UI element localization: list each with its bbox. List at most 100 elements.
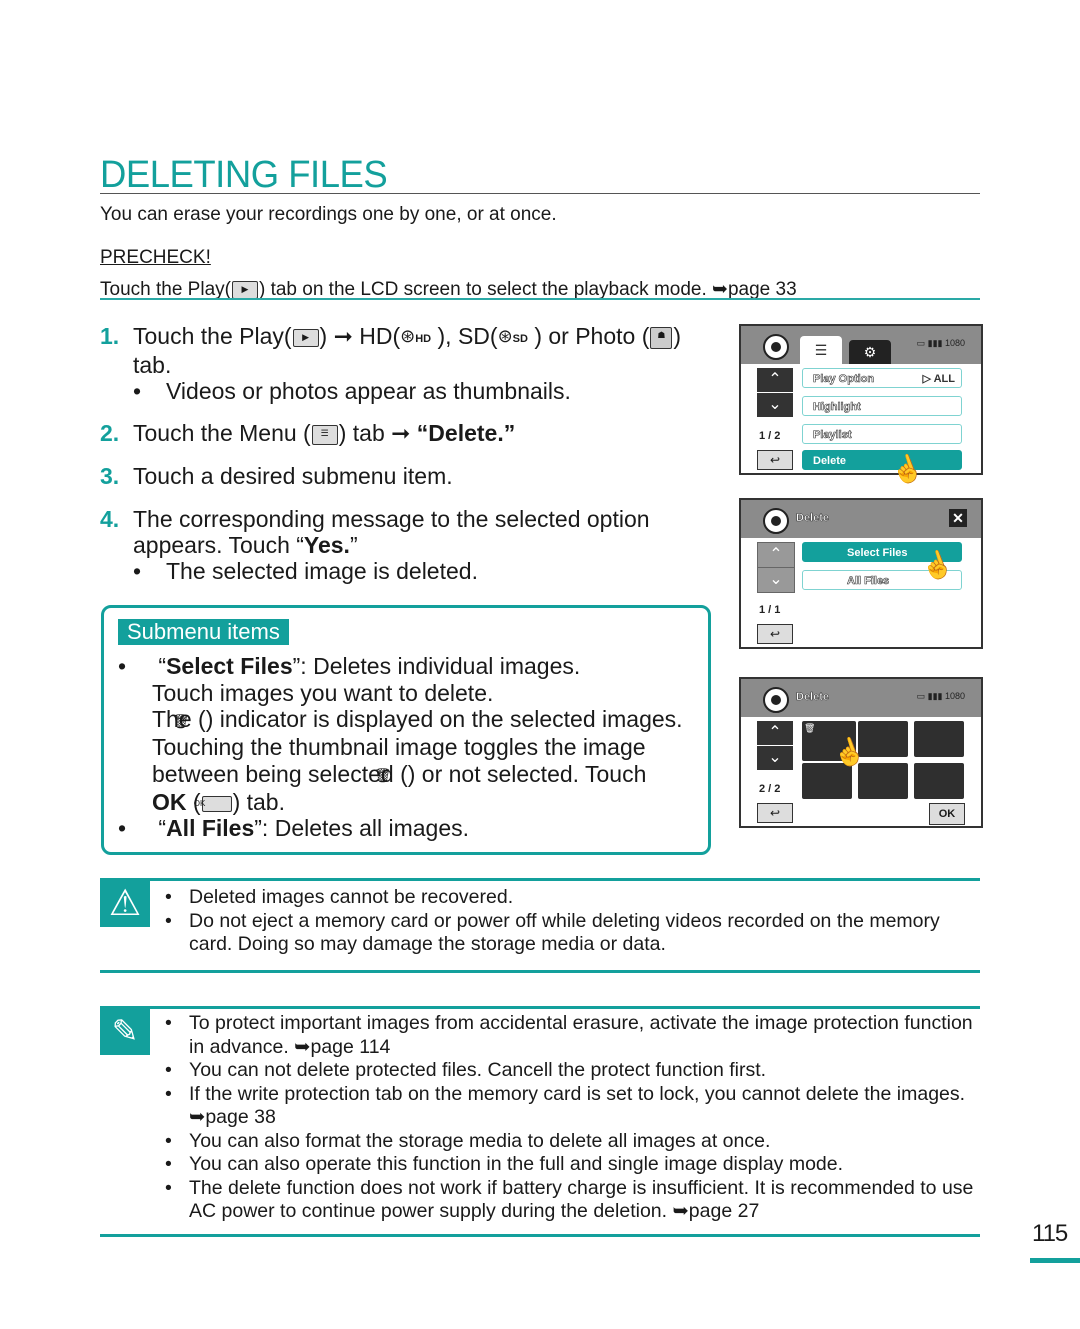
note-item: The delete function does not work if bat… xyxy=(165,1177,975,1224)
scroll-up-button[interactable]: ⌃ xyxy=(757,368,793,392)
step-text: The corresponding message to the selecte… xyxy=(133,506,650,532)
hd-label: HD xyxy=(415,333,432,346)
step-text: Touch the Play( xyxy=(133,323,292,349)
intro-text: You can erase your recordings one by one… xyxy=(100,204,557,225)
submenu-heading: Submenu items xyxy=(118,619,289,645)
note-item: You can also operate this function in th… xyxy=(165,1153,975,1177)
sd-label: SD xyxy=(512,333,528,346)
submenu-item-desc: Touching the thumbnail image toggles the… xyxy=(152,734,646,761)
page-indicator: 2 / 2 xyxy=(759,783,781,795)
submenu-item-name: Select Files xyxy=(166,653,293,679)
scroll-up-button[interactable]: ⌃ xyxy=(757,721,793,745)
menu-tab-icon: ☰ xyxy=(311,424,338,445)
step-bullet: Videos or photos appear as thumbnails. xyxy=(100,378,720,404)
step-3: 3. Touch a desired submenu item. xyxy=(100,463,720,489)
precheck-text-after: ) tab on the LCD screen to select the pl… xyxy=(258,279,713,300)
page-indicator: 1 / 1 xyxy=(759,604,781,616)
title-divider xyxy=(100,193,980,194)
step-number: 3. xyxy=(100,463,120,489)
menu-item-value: ▷ ALL xyxy=(922,373,956,385)
step-text: ” xyxy=(349,532,358,558)
play-tab-icon: ▶ xyxy=(292,328,319,347)
sd-film-icon: ⊛SD xyxy=(497,326,528,347)
step-text: ) tab ➞ xyxy=(338,420,417,446)
submenu-item-desc: Touch images you want to delete. xyxy=(152,679,494,706)
page-number: 115 xyxy=(1032,1220,1068,1247)
step-number: 4. xyxy=(100,506,120,532)
submenu-item-desc: ”: Deletes all images. xyxy=(254,815,470,842)
step-continuation: tab. xyxy=(133,352,172,379)
tab-menu[interactable]: ☰ xyxy=(800,336,842,364)
caution-item: Do not eject a memory card or power off … xyxy=(165,910,975,957)
step-text: ), SD( xyxy=(431,323,498,349)
page-reference-link[interactable]: ➥page 33 xyxy=(712,279,797,300)
lcd-header: ☰ ⚙ ▭ ▮▮▮ 1080 xyxy=(741,326,981,364)
lcd-screen-thumbnails: Delete ▭ ▮▮▮ 1080 ⌃ ⌄ 2 / 2 ↩ 🗑 OK ☝ xyxy=(739,677,983,828)
battery-status-icon: ▭ ▮▮▮ 1080 xyxy=(916,691,965,701)
back-button[interactable]: ↩ xyxy=(757,803,793,823)
step-text: appears. Touch “ xyxy=(133,532,304,558)
step-number: 1. xyxy=(100,323,120,349)
back-button[interactable]: ↩ xyxy=(757,624,793,644)
lcd-title: Delete xyxy=(796,512,830,525)
menu-item-label: Play Option xyxy=(813,373,875,386)
page-tab-marker xyxy=(1030,1258,1080,1263)
thumbnail[interactable] xyxy=(858,763,908,799)
play-tab-icon: ▶ xyxy=(231,280,258,299)
menu-item-playlist[interactable]: Playlist xyxy=(802,424,962,444)
step-text: Touch the Menu ( xyxy=(133,420,311,446)
step-2: 2. Touch the Menu (☰) tab ➞ “Delete.” xyxy=(100,420,720,446)
submenu-list: “ Select Files”: Deletes individual image… xyxy=(118,653,708,842)
hd-film-icon: ⊛HD xyxy=(400,326,432,347)
scroll-down-button[interactable]: ⌄ xyxy=(757,746,793,770)
step-1: 1. Touch the Play(▶) ➞ HD(⊛HD ), SD(⊛SD )… xyxy=(100,323,720,404)
back-button[interactable]: ↩ xyxy=(757,450,793,470)
submenu-item-desc: ) or not selected. Touch xyxy=(407,760,647,787)
warning-icon: ⚠ xyxy=(100,879,150,927)
step-text: Touch a desired submenu item. xyxy=(133,463,453,489)
lcd-screen-delete-options: Delete ✕ ⌃ ⌄ 1 / 1 ↩ Select Files All Fi… xyxy=(739,498,983,649)
precheck-divider xyxy=(100,298,980,300)
step-4: 4. The corresponding message to the selec… xyxy=(100,506,720,584)
caution-top-rule xyxy=(100,878,980,881)
thumbnail[interactable] xyxy=(914,763,964,799)
scroll-up-button[interactable]: ⌃ xyxy=(757,542,795,568)
ok-button[interactable]: OK xyxy=(929,803,965,825)
lcd-header: Delete ✕ xyxy=(741,500,981,538)
step-text: ) xyxy=(673,323,682,349)
menu-item-delete[interactable]: Delete xyxy=(802,450,962,470)
film-mode-icon xyxy=(763,334,789,360)
lcd-header: Delete ▭ ▮▮▮ 1080 xyxy=(741,679,981,717)
quote: “ xyxy=(158,815,167,842)
menu-item-play-option[interactable]: Play Option ▷ ALL xyxy=(802,368,962,388)
close-button[interactable]: ✕ xyxy=(949,509,967,527)
film-mode-icon xyxy=(763,687,789,713)
step-bullet: The selected image is deleted. xyxy=(100,558,720,584)
page-indicator: 1 / 2 xyxy=(759,430,781,442)
submenu-item-desc: ”: Deletes individual images. xyxy=(292,653,581,679)
precheck-heading: PRECHECK! xyxy=(100,247,211,268)
step-bold-text: Yes. xyxy=(303,532,350,558)
notes-top-rule xyxy=(100,1006,980,1009)
ok-bold: OK xyxy=(152,788,187,815)
ok-tab-icon: OK xyxy=(194,795,232,812)
submenu-item-name: All Files xyxy=(166,815,255,842)
note-item: To protect important images from acciden… xyxy=(165,1012,975,1059)
photo-tab-icon: ☗ xyxy=(650,326,673,349)
notes-bottom-rule xyxy=(100,1234,980,1237)
scroll-down-button[interactable]: ⌄ xyxy=(757,567,795,593)
battery-status-icon: ▭ ▮▮▮ 1080 xyxy=(916,338,965,348)
trash-selected-icon: 🗑 xyxy=(804,723,816,733)
scroll-down-button[interactable]: ⌄ xyxy=(757,393,793,417)
caution-item: Deleted images cannot be recovered. xyxy=(165,886,975,910)
submenu-item-desc: ) indicator is displayed on the selected… xyxy=(205,706,683,732)
caution-list: Deleted images cannot be recovered. Do n… xyxy=(165,886,975,957)
menu-item-highlight[interactable]: Highlight xyxy=(802,396,962,416)
thumbnail[interactable] xyxy=(914,721,964,757)
note-item: If the write protection tab on the memor… xyxy=(165,1083,975,1130)
step-text: ) or Photo ( xyxy=(527,323,650,349)
caution-bottom-rule xyxy=(100,970,980,973)
submenu-item-desc: between being selected ( xyxy=(152,760,408,787)
step-continuation: appears. Touch “Yes.” xyxy=(100,532,720,558)
tab-settings[interactable]: ⚙ xyxy=(849,340,891,364)
